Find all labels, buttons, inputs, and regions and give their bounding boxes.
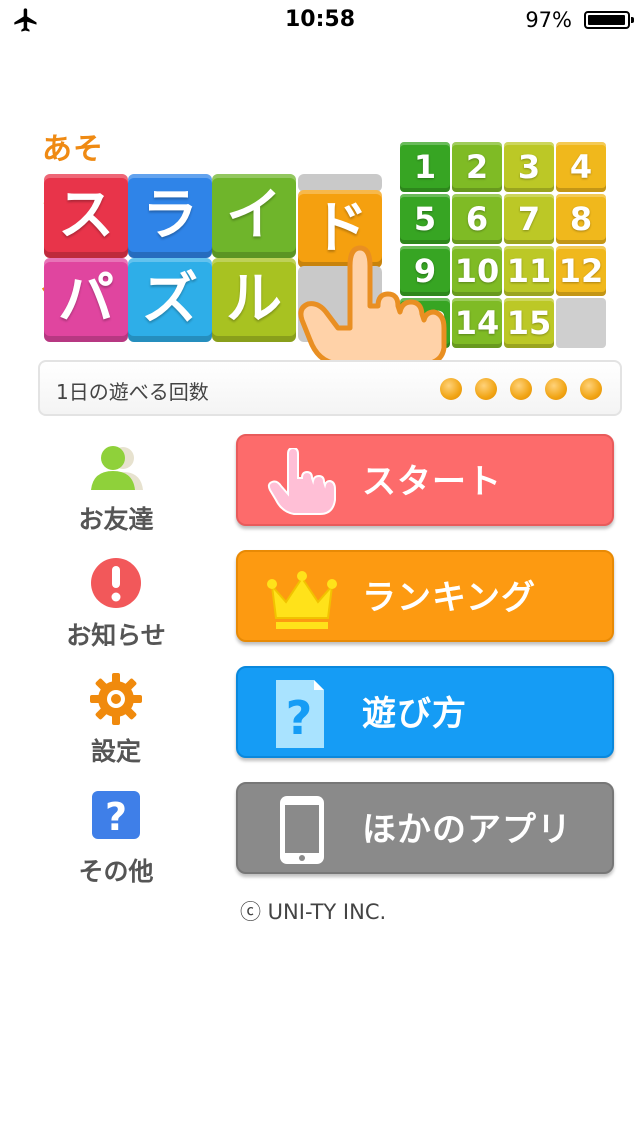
side-item-label: その他: [78, 857, 154, 886]
number-tile: 15: [504, 298, 554, 348]
number-tile-empty: [556, 298, 606, 348]
smartphone-icon: [280, 796, 324, 864]
play-remaining-dot: [510, 378, 532, 400]
logo-tile-zu: ズ: [128, 258, 212, 342]
battery-percent: 97%: [525, 8, 572, 32]
logo-tile-ru: ル: [212, 258, 296, 342]
number-tile: 14: [452, 298, 502, 348]
crown-icon: [267, 571, 337, 629]
logo-tile-ra: ラ: [128, 174, 212, 258]
pointing-hand-icon: [267, 448, 336, 515]
help-document-icon: ?: [276, 680, 324, 748]
number-tile: 4: [556, 142, 606, 192]
number-tile: 3: [504, 142, 554, 192]
number-tile: 12: [556, 246, 606, 296]
pointing-hand-icon: [298, 245, 447, 366]
other-apps-button[interactable]: ほかのアプリ: [236, 782, 614, 874]
battery-icon: [584, 11, 634, 29]
daily-plays-label: 1日の遊べる回数: [56, 380, 209, 404]
status-bar: 10:58 97%: [0, 0, 640, 40]
ranking-button[interactable]: ランキング: [236, 550, 614, 642]
play-remaining-dot: [440, 378, 462, 400]
how-to-play-label: 遊び方: [362, 694, 467, 734]
side-item-settings[interactable]: 設定: [56, 672, 176, 768]
number-tile: 2: [452, 142, 502, 192]
friends-icon: [91, 446, 143, 490]
question-icon: ?: [92, 791, 140, 839]
play-remaining-dot: [545, 378, 567, 400]
number-tile: 1: [400, 142, 450, 192]
side-item-label: 設定: [90, 737, 141, 766]
svg-text:?: ?: [105, 795, 127, 839]
notice-icon: [91, 558, 141, 608]
how-to-play-button[interactable]: ? 遊び方: [236, 666, 614, 758]
number-tile: 6: [452, 194, 502, 244]
play-remaining-dot: [475, 378, 497, 400]
number-tile: 7: [504, 194, 554, 244]
side-item-friends[interactable]: お友達: [56, 440, 176, 536]
side-item-label: お知らせ: [66, 621, 166, 650]
number-tile: 11: [504, 246, 554, 296]
copyright: ⓒ UNI-TY INC.: [240, 900, 387, 924]
gear-icon: [90, 673, 142, 725]
side-item-label: お友達: [78, 505, 154, 534]
ranking-label: ランキング: [362, 578, 536, 618]
play-remaining-dot: [580, 378, 602, 400]
logo-tile-su: ス: [44, 174, 128, 258]
logo-tile-i: イ: [212, 174, 296, 258]
number-tile: 8: [556, 194, 606, 244]
number-tile: 10: [452, 246, 502, 296]
logo-tile-pa: パ: [44, 258, 128, 342]
side-item-notice[interactable]: お知らせ: [56, 556, 176, 652]
svg-text:?: ?: [286, 691, 313, 745]
start-label: スタート: [362, 462, 502, 502]
start-button[interactable]: スタート: [236, 434, 614, 526]
daily-plays-panel: 1日の遊べる回数: [38, 360, 622, 416]
side-item-other[interactable]: ? その他: [56, 788, 176, 888]
other-apps-label: ほかのアプリ: [362, 810, 572, 850]
